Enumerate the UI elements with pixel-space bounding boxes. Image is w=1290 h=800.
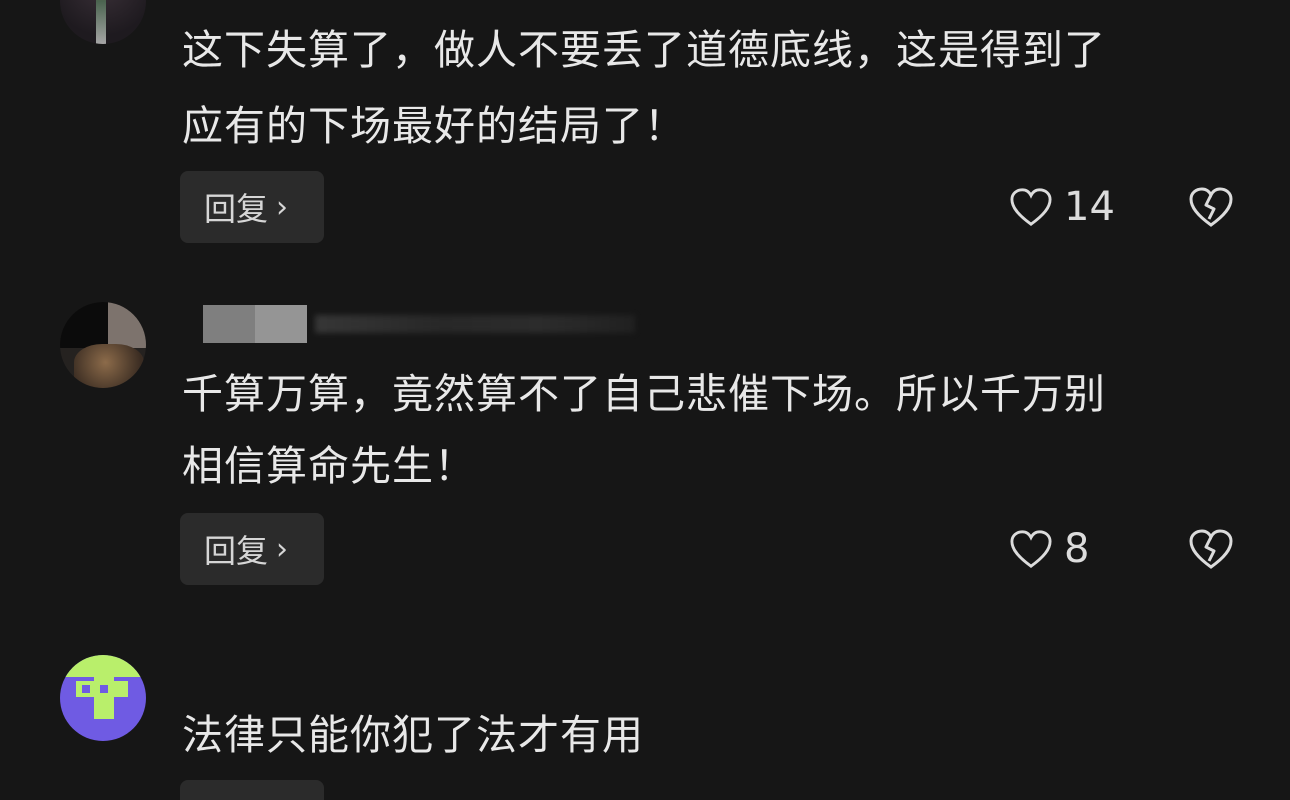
comment-text-line: 应有的下场最好的结局了！	[182, 102, 686, 150]
comment-text-line: 法律只能你犯了法才有用	[182, 711, 644, 759]
heart-outline-icon	[1010, 530, 1052, 568]
comment-text-line: 千算万算，竟然算不了自己悲催下场。所以千万别	[182, 370, 1106, 418]
broken-heart-icon	[1189, 529, 1233, 569]
reply-button[interactable]: 回复 ›	[180, 513, 324, 585]
broken-heart-icon	[1189, 187, 1233, 227]
redaction-block	[255, 305, 307, 343]
comment-text-line: 相信算命先生！	[182, 442, 476, 490]
redacted-username	[203, 305, 635, 343]
reply-label: 回复	[204, 532, 269, 570]
redaction-block	[203, 305, 255, 343]
avatar-image	[82, 685, 90, 693]
avatar[interactable]	[60, 302, 146, 388]
heart-outline-icon	[1010, 188, 1052, 226]
avatar-redaction	[108, 302, 146, 348]
avatar-image	[74, 344, 144, 388]
like-count: 14	[1064, 184, 1115, 230]
avatar-redaction	[60, 302, 108, 348]
dislike-button[interactable]	[1186, 171, 1236, 243]
avatar-image	[96, 0, 106, 44]
reply-button[interactable]: 回复 ›	[180, 171, 324, 243]
dislike-button[interactable]	[1186, 513, 1236, 585]
comment-text-line: 这下失算了，做人不要丢了道德底线，这是得到了	[182, 26, 1106, 74]
reply-button[interactable]	[180, 780, 324, 800]
redacted-meta	[315, 315, 635, 333]
avatar[interactable]	[60, 0, 146, 44]
chevron-right-icon: ›	[276, 531, 289, 567]
avatar-image	[100, 685, 108, 693]
avatar-image	[94, 669, 114, 719]
like-button[interactable]: 8	[1008, 513, 1089, 585]
like-button[interactable]: 14	[1008, 171, 1115, 243]
like-count: 8	[1064, 526, 1090, 572]
chevron-right-icon: ›	[276, 189, 289, 225]
avatar[interactable]	[60, 655, 146, 741]
reply-label: 回复	[204, 190, 269, 228]
